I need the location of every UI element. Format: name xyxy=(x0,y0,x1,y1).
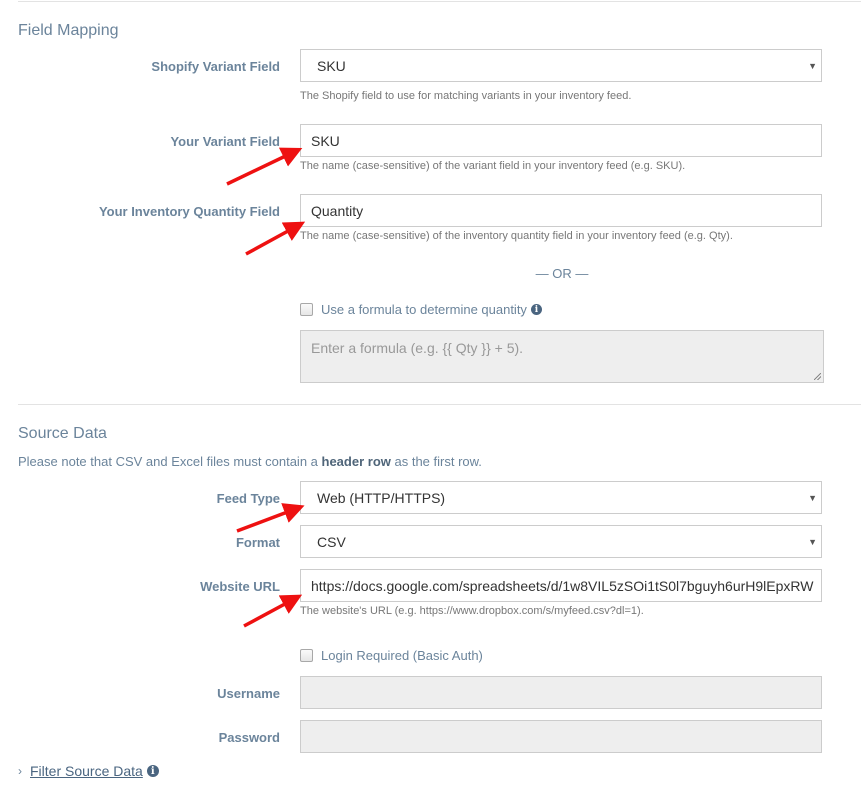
arrow-icon xyxy=(226,147,303,186)
note-text-end: as the first row. xyxy=(390,454,482,469)
formula-checkbox-label[interactable]: Use a formula to determine quantity xyxy=(321,302,527,317)
field-mapping-title: Field Mapping xyxy=(18,22,119,39)
chevron-right-icon: › xyxy=(18,764,22,778)
website-url-help: The website's URL (e.g. https://www.drop… xyxy=(300,605,644,617)
chevron-down-icon: ▼ xyxy=(808,536,817,547)
username-input[interactable] xyxy=(300,676,822,709)
note-bold-text: header row xyxy=(321,454,391,469)
inventory-quantity-field-input[interactable]: Quantity xyxy=(300,194,822,227)
shopify-variant-field-value: SKU xyxy=(317,57,346,74)
chevron-down-icon: ▼ xyxy=(808,60,817,71)
resize-grip-icon[interactable] xyxy=(814,373,821,380)
formula-checkbox-row: Use a formula to determine quantity i xyxy=(300,302,542,317)
login-required-checkbox[interactable] xyxy=(300,649,313,662)
source-data-title: Source Data xyxy=(18,425,107,442)
note-text: Please note that CSV and Excel files mus… xyxy=(18,454,322,469)
your-variant-field-label: Your Variant Field xyxy=(170,134,280,149)
website-url-label: Website URL xyxy=(200,579,280,594)
filter-source-data-toggle[interactable]: › Filter Source Data i xyxy=(18,763,159,779)
format-value: CSV xyxy=(317,533,346,550)
section-divider xyxy=(18,404,861,405)
format-label: Format xyxy=(235,535,280,550)
formula-checkbox[interactable] xyxy=(300,303,313,316)
your-variant-field-help: The name (case-sensitive) of the variant… xyxy=(300,160,686,172)
feed-type-select[interactable]: Web (HTTP/HTTPS) ▼ xyxy=(300,481,822,514)
inventory-quantity-field-help: The name (case-sensitive) of the invento… xyxy=(300,230,733,242)
chevron-down-icon: ▼ xyxy=(808,492,817,503)
info-icon[interactable]: i xyxy=(146,765,159,777)
feed-type-label: Feed Type xyxy=(216,491,280,506)
filter-source-data-link[interactable]: Filter Source Data xyxy=(30,763,143,779)
info-icon[interactable]: i xyxy=(530,304,542,315)
login-checkbox-row: Login Required (Basic Auth) xyxy=(300,648,483,663)
website-url-input[interactable]: https://docs.google.com/spreadsheets/d/1… xyxy=(300,569,822,602)
your-variant-field-input[interactable]: SKU xyxy=(300,124,822,157)
login-required-label[interactable]: Login Required (Basic Auth) xyxy=(321,648,483,663)
arrow-icon xyxy=(236,503,305,533)
formula-textarea[interactable]: Enter a formula (e.g. {{ Qty }} + 5). xyxy=(300,330,824,383)
source-data-note: Please note that CSV and Excel files mus… xyxy=(18,454,482,469)
password-label: Password xyxy=(218,730,280,745)
feed-type-value: Web (HTTP/HTTPS) xyxy=(317,489,446,506)
arrow-icon xyxy=(243,594,303,628)
password-input[interactable] xyxy=(300,720,822,753)
shopify-variant-field-select[interactable]: SKU ▼ xyxy=(300,49,822,82)
arrow-icon xyxy=(245,221,306,256)
inventory-quantity-field-label: Your Inventory Quantity Field xyxy=(98,204,280,219)
shopify-variant-field-help: The Shopify field to use for matching va… xyxy=(300,90,632,102)
top-divider xyxy=(18,1,861,2)
username-label: Username xyxy=(217,686,280,701)
shopify-variant-field-label: Shopify Variant Field xyxy=(151,59,280,74)
format-select[interactable]: CSV ▼ xyxy=(300,525,822,558)
formula-textarea-placeholder: Enter a formula (e.g. {{ Qty }} + 5). xyxy=(311,340,524,356)
or-divider: — OR — xyxy=(535,266,589,281)
